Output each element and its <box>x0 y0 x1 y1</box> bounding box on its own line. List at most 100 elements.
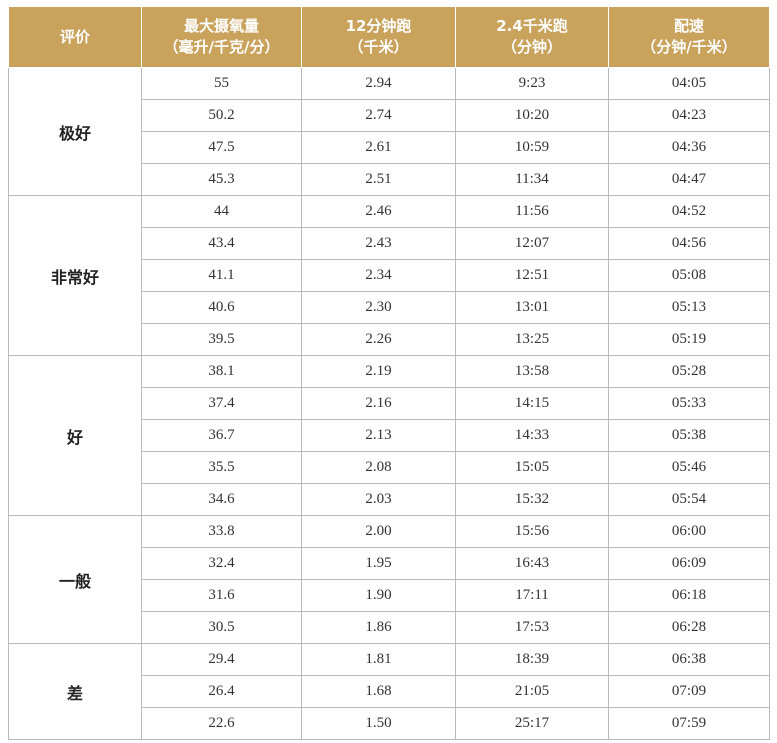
2-4km-time-cell: 12:51 <box>455 259 609 292</box>
header-line: （毫升/千克/分） <box>163 38 280 56</box>
table-row: 非常好 44 2.46 11:56 04:52 <box>8 195 770 356</box>
pace-cell: 07:59 <box>608 707 770 740</box>
table-row: 差 29.4 1.81 18:39 06:38 <box>8 643 770 740</box>
2-4km-time-cell: 13:58 <box>455 355 609 388</box>
header-row: 评价 最大摄氧量 （毫升/千克/分） 12分钟跑 （千米） 2.4千米跑 （分钟） 配速 （分钟… <box>8 6 770 68</box>
2-4km-time-cell: 15:56 <box>455 515 609 548</box>
2-4km-time-cell: 25:17 <box>455 707 609 740</box>
vo2max-cell: 43.4 <box>141 227 302 260</box>
pace-cell: 05:19 <box>608 323 770 356</box>
pace-cell: 05:13 <box>608 291 770 324</box>
pace-cell: 05:38 <box>608 419 770 452</box>
pace-cell: 05:28 <box>608 355 770 388</box>
vo2max-cell: 40.6 <box>141 291 302 324</box>
pace-cell: 04:56 <box>608 227 770 260</box>
2-4km-time-cell: 14:15 <box>455 387 609 420</box>
vo2max-cell: 44 <box>141 195 302 228</box>
12min-distance-cell: 2.94 <box>301 67 456 100</box>
2-4km-time-cell: 15:32 <box>455 483 609 516</box>
2-4km-time-cell: 9:23 <box>455 67 609 100</box>
header-rating: 评价 <box>8 6 142 68</box>
fitness-table-container: 评价 最大摄氧量 （毫升/千克/分） 12分钟跑 （千米） 2.4千米跑 （分钟） 配速 （分钟… <box>8 6 770 740</box>
header-line: （千米） <box>348 38 409 56</box>
table-body: 极好 55 2.94 9:23 04:05 50.2 2.74 10:20 04:23 47.5 2… <box>8 67 770 740</box>
pace-cell: 04:47 <box>608 163 770 196</box>
12min-distance-cell: 2.51 <box>301 163 456 196</box>
vo2max-cell: 35.5 <box>141 451 302 484</box>
vo2max-cell: 26.4 <box>141 675 302 708</box>
table-header: 评价 最大摄氧量 （毫升/千克/分） 12分钟跑 （千米） 2.4千米跑 （分钟） 配速 （分钟… <box>8 6 770 68</box>
vo2max-cell: 22.6 <box>141 707 302 740</box>
table-row: 好 38.1 2.19 13:58 05:28 <box>8 355 770 516</box>
12min-distance-cell: 2.08 <box>301 451 456 484</box>
12min-distance-cell: 1.86 <box>301 611 456 644</box>
vo2max-cell: 45.3 <box>141 163 302 196</box>
12min-distance-cell: 1.50 <box>301 707 456 740</box>
table-row: 极好 55 2.94 9:23 04:05 <box>8 67 770 196</box>
header-line: （分钟） <box>501 38 562 56</box>
header-2-4km-run: 2.4千米跑 （分钟） <box>455 6 609 68</box>
header-line: （分钟/千米） <box>641 38 737 56</box>
header-line: 12分钟跑 <box>345 17 412 35</box>
2-4km-time-cell: 13:01 <box>455 291 609 324</box>
vo2max-cell: 37.4 <box>141 387 302 420</box>
pace-cell: 06:28 <box>608 611 770 644</box>
vo2max-cell: 38.1 <box>141 355 302 388</box>
vo2max-cell: 50.2 <box>141 99 302 132</box>
rating-cell: 非常好 <box>8 195 142 356</box>
12min-distance-cell: 2.30 <box>301 291 456 324</box>
vo2max-cell: 31.6 <box>141 579 302 612</box>
12min-distance-cell: 2.74 <box>301 99 456 132</box>
vo2max-cell: 30.5 <box>141 611 302 644</box>
vo2max-cell: 29.4 <box>141 643 302 676</box>
vo2max-cell: 33.8 <box>141 515 302 548</box>
2-4km-time-cell: 10:20 <box>455 99 609 132</box>
12min-distance-cell: 1.90 <box>301 579 456 612</box>
pace-cell: 07:09 <box>608 675 770 708</box>
fitness-rating-table: 评价 最大摄氧量 （毫升/千克/分） 12分钟跑 （千米） 2.4千米跑 （分钟） 配速 （分钟… <box>8 6 770 740</box>
pace-cell: 06:00 <box>608 515 770 548</box>
2-4km-time-cell: 21:05 <box>455 675 609 708</box>
rating-cell: 一般 <box>8 515 142 644</box>
2-4km-time-cell: 13:25 <box>455 323 609 356</box>
pace-cell: 06:18 <box>608 579 770 612</box>
12min-distance-cell: 2.00 <box>301 515 456 548</box>
pace-cell: 04:36 <box>608 131 770 164</box>
pace-cell: 05:33 <box>608 387 770 420</box>
12min-distance-cell: 2.61 <box>301 131 456 164</box>
rating-cell: 好 <box>8 355 142 516</box>
pace-cell: 04:52 <box>608 195 770 228</box>
header-line: 配速 <box>673 17 704 35</box>
12min-distance-cell: 2.16 <box>301 387 456 420</box>
pace-cell: 04:05 <box>608 67 770 100</box>
12min-distance-cell: 2.34 <box>301 259 456 292</box>
12min-distance-cell: 2.13 <box>301 419 456 452</box>
header-12min-run: 12分钟跑 （千米） <box>301 6 456 68</box>
2-4km-time-cell: 11:56 <box>455 195 609 228</box>
2-4km-time-cell: 17:11 <box>455 579 609 612</box>
header-vo2max: 最大摄氧量 （毫升/千克/分） <box>141 6 302 68</box>
12min-distance-cell: 2.19 <box>301 355 456 388</box>
2-4km-time-cell: 16:43 <box>455 547 609 580</box>
2-4km-time-cell: 15:05 <box>455 451 609 484</box>
vo2max-cell: 36.7 <box>141 419 302 452</box>
12min-distance-cell: 2.03 <box>301 483 456 516</box>
2-4km-time-cell: 11:34 <box>455 163 609 196</box>
header-line: 2.4千米跑 <box>496 17 568 35</box>
2-4km-time-cell: 17:53 <box>455 611 609 644</box>
12min-distance-cell: 2.43 <box>301 227 456 260</box>
12min-distance-cell: 1.68 <box>301 675 456 708</box>
pace-cell: 06:09 <box>608 547 770 580</box>
2-4km-time-cell: 14:33 <box>455 419 609 452</box>
12min-distance-cell: 2.46 <box>301 195 456 228</box>
rating-cell: 差 <box>8 643 142 740</box>
vo2max-cell: 41.1 <box>141 259 302 292</box>
rating-cell: 极好 <box>8 67 142 196</box>
header-pace: 配速 （分钟/千米） <box>608 6 770 68</box>
vo2max-cell: 34.6 <box>141 483 302 516</box>
vo2max-cell: 47.5 <box>141 131 302 164</box>
vo2max-cell: 32.4 <box>141 547 302 580</box>
12min-distance-cell: 2.26 <box>301 323 456 356</box>
pace-cell: 06:38 <box>608 643 770 676</box>
12min-distance-cell: 1.81 <box>301 643 456 676</box>
